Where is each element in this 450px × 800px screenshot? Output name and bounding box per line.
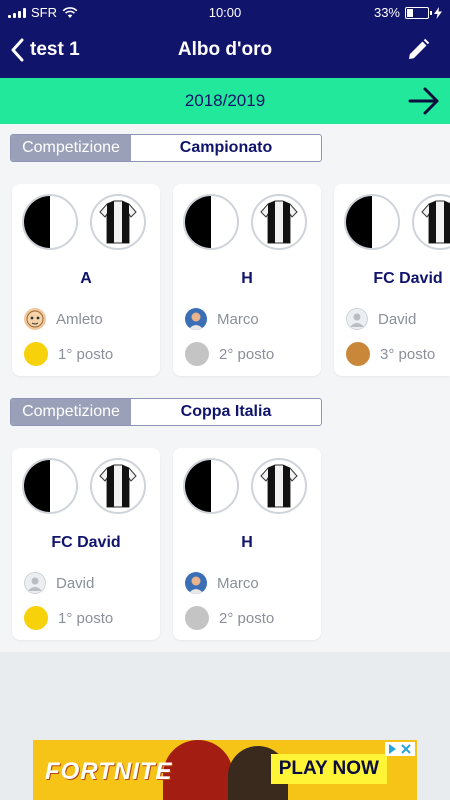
avatar <box>24 572 46 594</box>
team-name: H <box>241 270 253 287</box>
team-badge <box>22 458 78 514</box>
avatar <box>24 308 46 330</box>
pencil-icon <box>409 38 430 59</box>
jersey-icon <box>412 194 450 250</box>
winner-card[interactable]: H Marco 2° posto <box>173 448 321 640</box>
medal-icon <box>24 606 48 630</box>
place-label: 1° posto <box>58 609 114 627</box>
team-name: H <box>241 534 253 551</box>
ad-character-image <box>163 740 233 800</box>
team-name: FC David <box>51 534 121 551</box>
battery-percentage: 33% <box>373 5 400 20</box>
winner-card[interactable]: FC David David 3° posto <box>334 184 450 376</box>
charging-icon <box>434 6 442 19</box>
chevron-left-icon <box>11 38 24 62</box>
place-label: 2° posto <box>219 345 275 363</box>
nav-bar: test 1 Albo d'oro <box>0 24 450 78</box>
jersey-icon <box>90 458 146 514</box>
avatar <box>185 572 207 594</box>
team-name: A <box>80 270 92 287</box>
avatar <box>185 308 207 330</box>
team-badge <box>22 194 78 250</box>
winner-card[interactable]: FC David David 1° posto <box>12 448 160 640</box>
ad-brand: FORTNITE <box>45 758 173 785</box>
competition-label: Competizione <box>11 399 131 425</box>
place-label: 3° posto <box>380 345 436 363</box>
jersey-icon <box>251 458 307 514</box>
next-season-button[interactable] <box>408 86 440 121</box>
avatar <box>346 308 368 330</box>
user-name: David <box>378 310 417 328</box>
medal-icon <box>24 342 48 366</box>
status-bar: SFR 10:00 33% <box>0 0 450 24</box>
competition-selector[interactable]: Competizione Campionato <box>10 134 322 162</box>
team-badge <box>183 194 239 250</box>
medal-icon <box>185 342 209 366</box>
back-label: test 1 <box>30 39 80 60</box>
season-bar: 2018/2019 <box>0 78 450 124</box>
medal-icon <box>185 606 209 630</box>
team-badge <box>344 194 400 250</box>
team-badge <box>183 458 239 514</box>
back-button[interactable]: test 1 <box>10 38 80 62</box>
jersey-icon <box>90 194 146 250</box>
status-right: 33% <box>374 5 442 20</box>
season-label: 2018/2019 <box>184 91 266 110</box>
user-name: Marco <box>217 310 259 328</box>
competition-value[interactable]: Campionato <box>131 135 321 161</box>
competition-label: Competizione <box>11 135 131 161</box>
winner-card[interactable]: H Marco 2° posto <box>173 184 321 376</box>
user-name: David <box>56 574 95 592</box>
place-label: 2° posto <box>219 609 275 627</box>
jersey-icon <box>251 194 307 250</box>
winner-card[interactable]: A Amleto 1° posto <box>12 184 160 376</box>
medal-icon <box>346 342 370 366</box>
user-name: Marco <box>217 574 259 592</box>
team-name: FC David <box>373 270 443 287</box>
place-label: 1° posto <box>58 345 114 363</box>
ad-banner[interactable]: FORTNITE PLAY NOW <box>33 740 417 800</box>
battery-icon <box>405 6 432 19</box>
user-name: Amleto <box>56 310 103 328</box>
competition-selector[interactable]: Competizione Coppa Italia <box>10 398 322 426</box>
ad-choices-icon[interactable] <box>385 742 415 756</box>
edit-button[interactable] <box>406 38 430 67</box>
ad-cta-button[interactable]: PLAY NOW <box>270 754 387 784</box>
arrow-right-icon <box>408 87 439 115</box>
competition-value[interactable]: Coppa Italia <box>131 399 321 425</box>
